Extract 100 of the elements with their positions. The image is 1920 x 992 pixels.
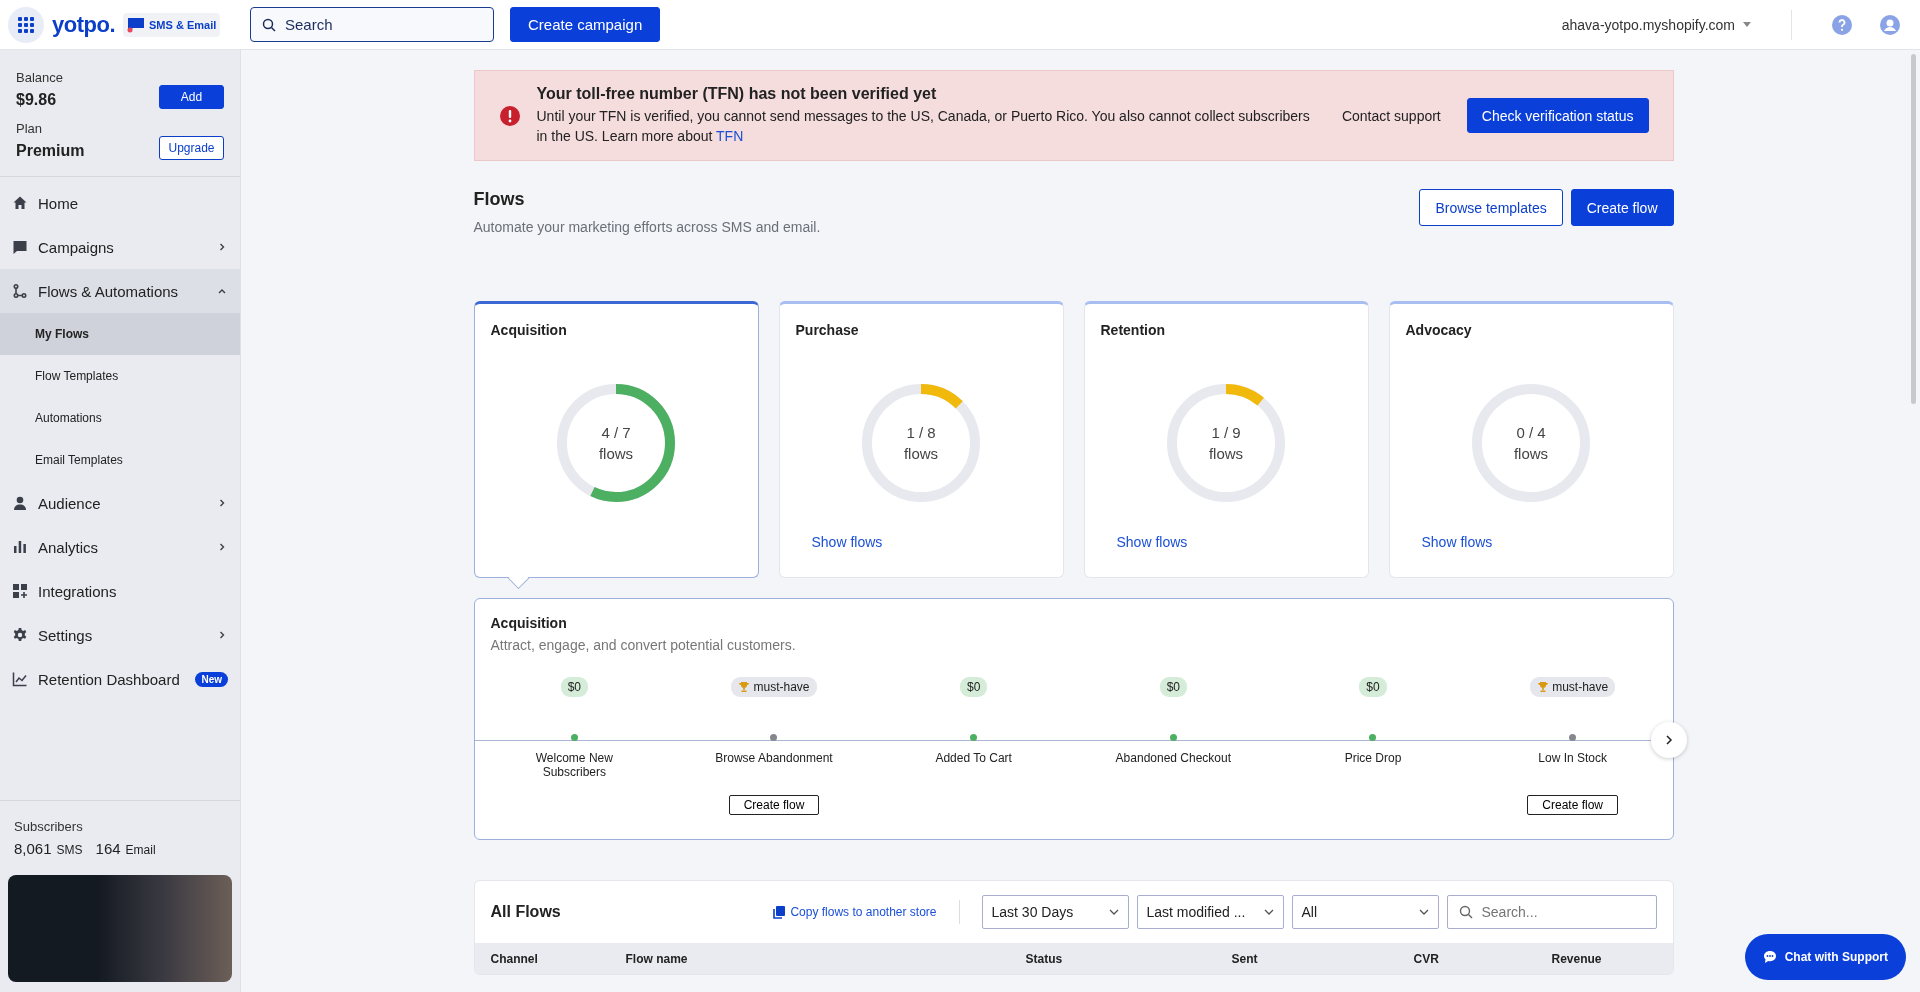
copy-icon — [773, 905, 786, 919]
flow-count: 4 / 7 — [601, 424, 631, 441]
person-icon — [12, 495, 28, 511]
balance-value: $9.86 — [16, 91, 58, 109]
flow-count: 1 / 9 — [1211, 424, 1241, 441]
gear-icon — [12, 627, 28, 643]
panel-subtitle: Attract, engage, and convert potential customers. — [489, 637, 797, 653]
balance-label: Balance — [16, 70, 63, 85]
flow-step-name: Added To Cart — [935, 751, 1012, 765]
nav-subitem[interactable]: Automations — [0, 397, 240, 439]
card-title: Retention — [1100, 322, 1166, 338]
section-title: All Flows — [490, 903, 562, 921]
upgrade-button[interactable]: Upgrade — [159, 136, 224, 160]
page-title: Flows — [473, 189, 526, 210]
revenue-badge: $0 — [560, 677, 588, 697]
show-flows-link[interactable]: Show flows — [1116, 534, 1188, 550]
flow-step-name: Abandoned Checkout — [1115, 751, 1232, 765]
show-flows-link[interactable]: Show flows — [811, 534, 883, 550]
copy-flows-link[interactable]: Copy flows to another store — [773, 905, 937, 919]
nav-item[interactable]: Settings — [0, 613, 240, 657]
period-dropdown[interactable]: Last 30 Days — [981, 895, 1129, 929]
search-field[interactable]: Search — [250, 7, 494, 42]
caret-icon — [1743, 22, 1751, 27]
bar-chart-icon — [12, 539, 28, 555]
trophy-icon — [738, 681, 751, 693]
flow-unit: flows — [1513, 445, 1549, 462]
nav-item[interactable]: Retention Dashboard New — [0, 657, 240, 701]
apps-grid-icon[interactable] — [8, 6, 44, 43]
browse-templates-button[interactable]: Browse templates — [1419, 189, 1563, 226]
create-flow-button[interactable]: Create flow — [728, 795, 820, 815]
column-header: Status — [1024, 951, 1064, 966]
flow-step-name: Price Drop — [1344, 751, 1402, 765]
new-badge: New — [195, 671, 228, 687]
nav-subitem[interactable]: Flow Templates — [0, 355, 240, 397]
nav-item[interactable]: Analytics — [0, 525, 240, 569]
category-card[interactable]: Retention 1 / 9 flows Show flows — [1083, 301, 1369, 578]
category-card[interactable]: Purchase 1 / 8 flows Show flows — [778, 301, 1064, 578]
add-button[interactable]: Add — [159, 85, 224, 109]
flow-icon — [12, 283, 28, 299]
flow-unit: flows — [598, 445, 634, 462]
chevron-right-icon — [218, 243, 226, 251]
chevron-down-icon — [1108, 909, 1119, 915]
sms-label: SMS — [56, 843, 83, 857]
revenue-badge: $0 — [1159, 677, 1187, 697]
contact-support-link[interactable]: Contact support — [1341, 107, 1441, 124]
filter-dropdown[interactable]: All — [1291, 895, 1439, 929]
card-title: Acquisition — [490, 322, 567, 338]
nav-item[interactable]: Campaigns — [0, 225, 240, 269]
chevron-down-icon — [1418, 909, 1429, 915]
help-icon[interactable] — [1832, 14, 1852, 35]
alert-message: Until your TFN is verified, you cannot send messages to the US, Canada, or Puerto Rico. You also cannot collect subscribers in the US. Learn more about TFN — [536, 107, 1311, 146]
create-flow-button[interactable]: Create flow — [1527, 795, 1618, 815]
flow-unit: flows — [903, 445, 939, 462]
create-flow-button[interactable]: Create flow — [1570, 189, 1674, 226]
must-have-badge: must-have — [1530, 677, 1616, 697]
plan-label: Plan — [16, 121, 44, 136]
scrollbar-thumb[interactable] — [1910, 54, 1916, 404]
nav-item[interactable]: Flows & Automations — [0, 269, 240, 313]
page-subtitle: Automate your marketing efforts across SMS and email. — [473, 219, 821, 235]
nav-item[interactable]: Home — [0, 181, 240, 225]
column-header: CVR — [1412, 951, 1440, 966]
alert-title: Your toll-free number (TFN) has not been verified yet — [536, 85, 938, 103]
product-badge: SMS & Email — [123, 12, 221, 37]
store-selector[interactable]: ahava-yotpo.myshopify.com — [1555, 15, 1757, 34]
plan-value: Premium — [16, 142, 85, 160]
tfn-link[interactable]: TFN — [716, 128, 744, 144]
show-flows-link[interactable]: Show flows — [1421, 534, 1493, 550]
user-avatar-icon[interactable] — [1880, 14, 1900, 35]
nav-item[interactable]: Audience — [0, 481, 240, 525]
chat-bubble-icon — [1762, 950, 1777, 964]
chevron-right-icon — [218, 499, 226, 507]
revenue-badge: $0 — [960, 677, 988, 697]
next-arrow-button[interactable] — [1650, 722, 1687, 758]
must-have-badge: must-have — [731, 677, 817, 697]
nav-subitem[interactable]: Email Templates — [0, 439, 240, 481]
sort-dropdown[interactable]: Last modified ... — [1136, 895, 1284, 929]
flow-count: 0 / 4 — [1516, 424, 1546, 441]
flow-step-name: Browse Abandonment — [715, 751, 833, 765]
chevron-right-icon — [1664, 735, 1673, 745]
card-title: Advocacy — [1405, 322, 1472, 338]
check-verification-button[interactable]: Check verification status — [1466, 98, 1649, 133]
create-campaign-button[interactable]: Create campaign — [510, 7, 661, 42]
nav-item[interactable]: Integrations — [0, 569, 240, 613]
flow-count: 1 / 8 — [906, 424, 936, 441]
promo-banner-image[interactable] — [8, 875, 232, 982]
trophy-icon — [1537, 681, 1550, 693]
flow-step-name: Low In Stock — [1538, 751, 1607, 765]
search-field[interactable]: Search... — [1446, 895, 1657, 929]
error-icon — [498, 104, 521, 127]
category-card[interactable]: Advocacy 0 / 4 flows Show flows — [1388, 301, 1674, 578]
logo: yotpo. — [52, 11, 115, 38]
chevron-up-icon — [218, 287, 226, 295]
home-icon — [12, 195, 28, 211]
grid-plus-icon — [12, 583, 28, 599]
column-header: Revenue — [1550, 951, 1602, 966]
panel-title: Acquisition — [489, 615, 568, 631]
message-icon — [127, 16, 145, 33]
sms-count: 8,061 — [14, 840, 52, 857]
chat-support-button[interactable]: Chat with Support — [1744, 934, 1906, 980]
nav-subitem[interactable]: My Flows — [0, 313, 240, 355]
